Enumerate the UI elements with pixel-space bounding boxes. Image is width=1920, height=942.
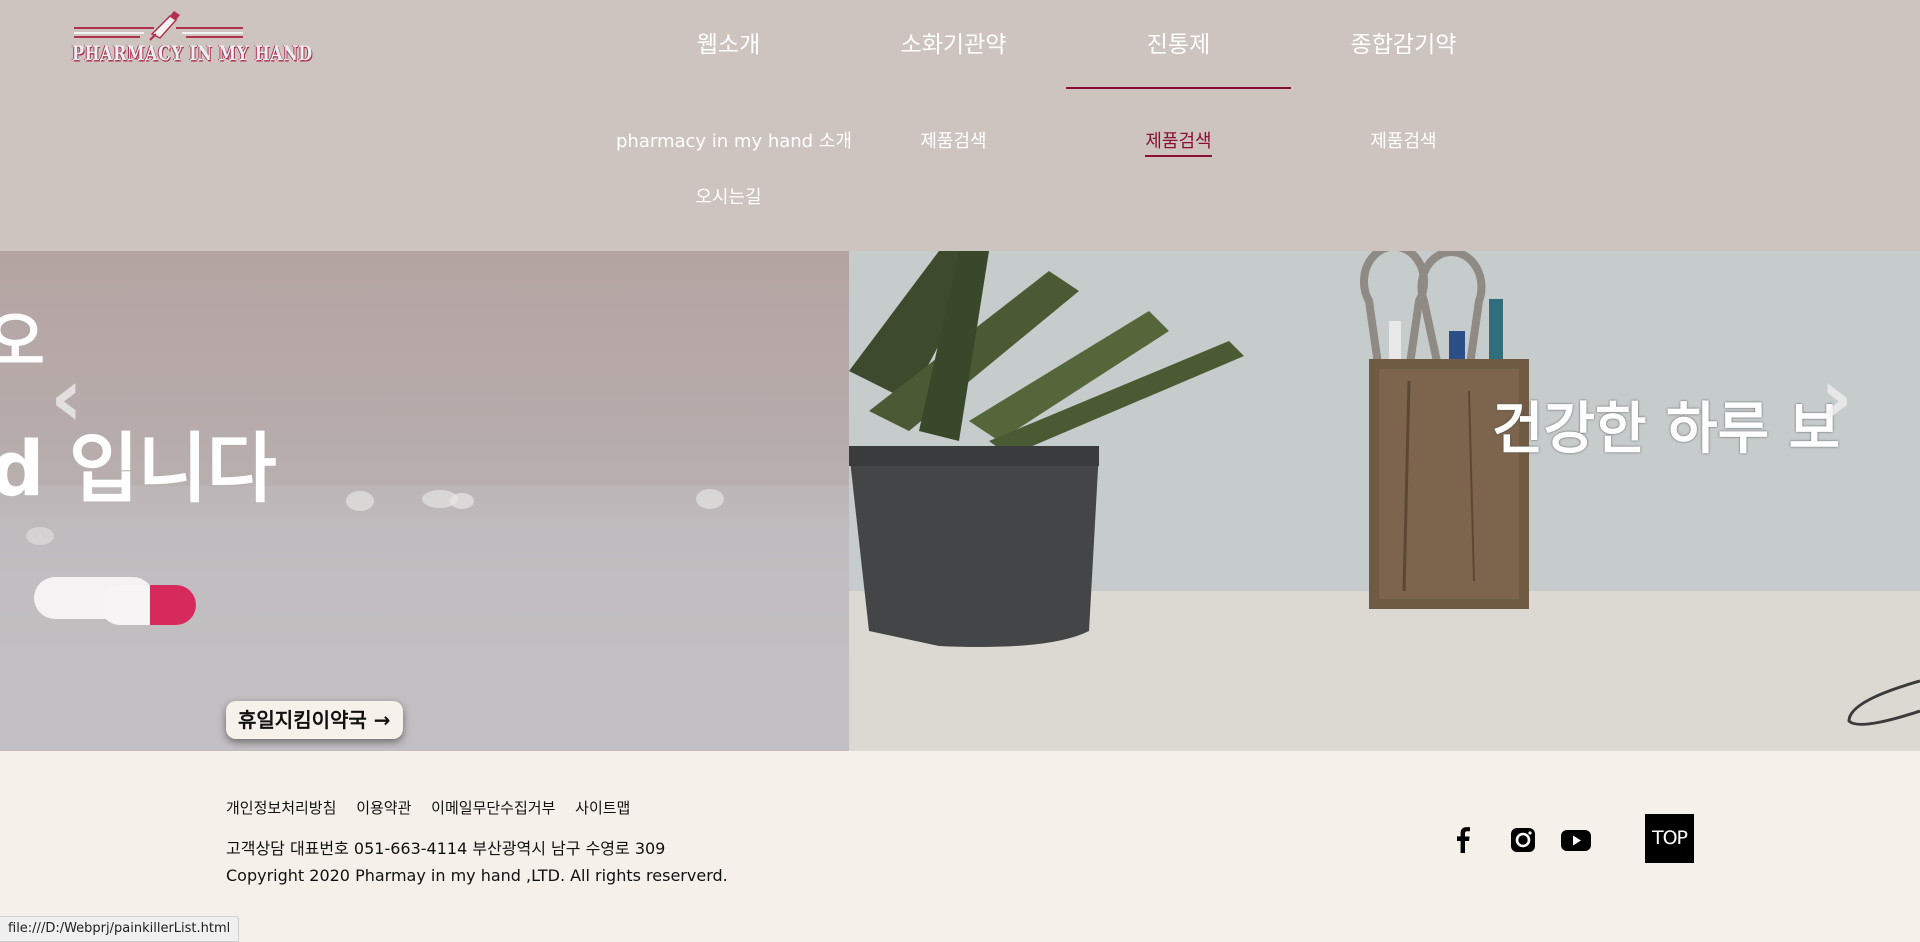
footer-link-terms[interactable]: 이용약관	[356, 799, 411, 817]
slide-headline-line1: 오	[0, 306, 45, 380]
nav-item-cold-medicine[interactable]: 종합감기약	[1291, 25, 1516, 59]
slide2-headline: 건강한 하루 보	[1492, 397, 1841, 462]
scroll-top-button[interactable]: TOP	[1645, 814, 1694, 863]
nav-item-digestive[interactable]: 소화기관약	[841, 25, 1066, 59]
footer-contact: 고객상담 대표번호 051-663-4114 부산광역시 남구 수영로 309	[226, 839, 666, 858]
slide-headline-line2: d 입니다	[0, 424, 277, 513]
footer-link-sitemap[interactable]: 사이트맵	[575, 799, 630, 817]
footer-link-privacy[interactable]: 개인정보처리방침	[226, 799, 336, 817]
footer-link-email-refusal[interactable]: 이메일무단수집거부	[431, 799, 555, 817]
next-slide-icon[interactable]: ›	[1820, 351, 1853, 444]
instagram-icon[interactable]	[1506, 823, 1540, 857]
site-footer: 개인정보처리방침 이용약관 이메일무단수집거부 사이트맵 고객상담 대표번호 0…	[0, 751, 1920, 942]
submenu-painkiller-search-label: 제품검색	[1145, 131, 1212, 157]
submenu-cold-search[interactable]: 제품검색	[1291, 127, 1516, 153]
footer-links: 개인정보처리방침 이용약관 이메일무단수집거부 사이트맵	[226, 797, 645, 818]
prev-slide-icon[interactable]: ‹	[50, 351, 83, 444]
slide-desk-image	[849, 251, 1920, 751]
facebook-icon[interactable]	[1446, 823, 1480, 857]
slide-pills-image: 오 d 입니다	[0, 251, 849, 751]
site-header: PHARMACY IN MY HAND 웹소개 소화기관약 진통제 종합감기약 …	[0, 0, 1920, 251]
submenu-digestive-search[interactable]: 제품검색	[841, 127, 1066, 153]
submenu-directions[interactable]: 오시는길	[616, 183, 841, 209]
nav-item-painkiller[interactable]: 진통제	[1066, 25, 1291, 59]
desk-illustration	[849, 251, 1920, 751]
main-nav: 웹소개 소화기관약 진통제 종합감기약	[0, 0, 1920, 100]
footer-copyright: Copyright 2020 Pharmay in my hand ,LTD. …	[226, 866, 728, 885]
submenu-painkiller-search[interactable]: 제품검색	[1066, 127, 1291, 157]
active-nav-underline	[1066, 87, 1291, 89]
youtube-icon[interactable]	[1559, 823, 1593, 857]
footer-info: 고객상담 대표번호 051-663-4114 부산광역시 남구 수영로 309 …	[226, 835, 728, 889]
browser-status-url: file:///D:/Webprj/painkillerList.html	[0, 916, 240, 942]
hero-slider: 오 d 입니다 건강한 하루 보 ‹ › 휴일지킴이약국 →	[0, 251, 1920, 751]
submenu-pharmacy-intro[interactable]: pharmacy in my hand 소개	[616, 127, 852, 153]
nav-item-web-intro[interactable]: 웹소개	[616, 25, 841, 59]
holiday-pharmacy-button[interactable]: 휴일지킴이약국 →	[226, 701, 403, 739]
